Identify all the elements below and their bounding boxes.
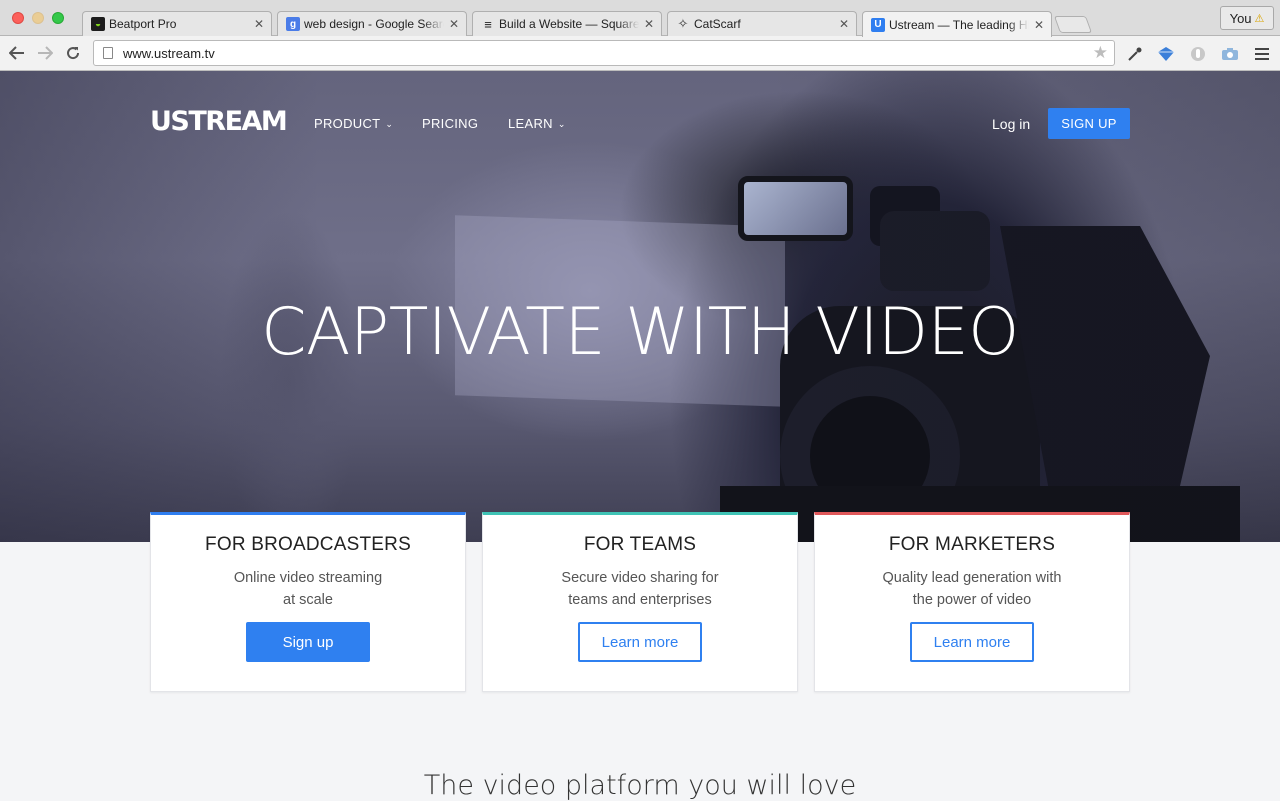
- card-description-line: teams and enterprises: [568, 592, 712, 608]
- address-bar[interactable]: www.ustream.tv ★: [93, 40, 1115, 66]
- chevron-down-icon: ⌄: [385, 119, 394, 129]
- reload-button[interactable]: [63, 43, 83, 63]
- card-description-line: Quality lead generation with: [882, 570, 1062, 586]
- page-icon: [103, 47, 113, 59]
- browser-tab[interactable]: ◒ Beatport Pro ✕: [82, 11, 272, 36]
- card-description: Online video streaming at scale: [151, 567, 465, 611]
- card-description: Secure video sharing for teams and enter…: [483, 567, 797, 611]
- login-link[interactable]: Log in: [992, 116, 1030, 132]
- tab-close-icon[interactable]: ✕: [643, 18, 655, 30]
- browser-tab[interactable]: ✧ CatScarf ✕: [667, 11, 857, 36]
- tab-title: Beatport Pro: [109, 17, 177, 31]
- card-title: FOR MARKETERS: [888, 534, 1056, 555]
- browser-tab[interactable]: ≡ Build a Website — Squarespace ✕: [472, 11, 662, 36]
- tab-close-icon[interactable]: ✕: [253, 18, 265, 30]
- ustream-logo[interactable]: USTREAM: [150, 106, 288, 137]
- tab-title: Build a Website — Squarespace: [499, 17, 639, 31]
- extension-diamond-icon[interactable]: [1157, 45, 1175, 63]
- card-marketers: FOR MARKETERS Quality lead generation wi…: [814, 512, 1130, 692]
- card-description-line: Online video streaming: [233, 570, 383, 586]
- card-broadcasters: FOR BROADCASTERS Online video streaming …: [150, 512, 466, 692]
- url-text: www.ustream.tv: [123, 45, 215, 61]
- extension-shield-icon[interactable]: [1189, 45, 1207, 63]
- card-description-line: Secure video sharing for: [561, 570, 719, 586]
- menu-icon[interactable]: [1253, 45, 1271, 63]
- browser-tab-active[interactable]: U Ustream — The leading HD ✕: [862, 11, 1052, 37]
- nav-pricing-label: PRICING: [422, 116, 479, 131]
- signup-button[interactable]: SIGN UP: [1048, 108, 1130, 139]
- back-button[interactable]: [7, 43, 27, 63]
- beatport-icon: ◒: [91, 17, 105, 31]
- tab-close-icon[interactable]: ✕: [1033, 19, 1045, 31]
- card-description: Quality lead generation with the power o…: [815, 567, 1129, 611]
- browser-tab[interactable]: g web design - Google Search ✕: [277, 11, 467, 36]
- camera-icon[interactable]: [1221, 45, 1239, 63]
- profile-label: You: [1229, 10, 1252, 26]
- ustream-icon: U: [871, 17, 885, 32]
- forward-button[interactable]: [35, 43, 55, 63]
- nav-learn[interactable]: LEARN ⌄: [508, 116, 566, 131]
- section-tagline: The video platform you will love: [423, 770, 857, 801]
- browser-toolbar: www.ustream.tv ★: [0, 36, 1280, 71]
- profile-button[interactable]: You ⚠: [1220, 6, 1274, 30]
- nav-pricing[interactable]: PRICING: [422, 116, 478, 131]
- tab-title: Ustream — The leading HD: [889, 17, 1029, 32]
- catscarf-icon: ✧: [677, 16, 689, 31]
- minimize-window-button[interactable]: [32, 12, 44, 24]
- teams-learn-more-button[interactable]: Learn more: [578, 622, 702, 662]
- broadcasters-signup-button[interactable]: Sign up: [246, 622, 370, 662]
- warning-icon: ⚠: [1254, 12, 1265, 25]
- card-title: FOR BROADCASTERS: [205, 534, 411, 555]
- maximize-window-button[interactable]: [52, 12, 64, 24]
- tab-title: web design - Google Search: [304, 17, 444, 31]
- new-tab-button[interactable]: [1053, 16, 1093, 33]
- marketers-learn-more-button[interactable]: Learn more: [910, 622, 1034, 662]
- nav-product[interactable]: PRODUCT ⌄: [314, 116, 393, 131]
- tab-strip: ◒ Beatport Pro ✕ g web design - Google S…: [0, 0, 1280, 37]
- bookmark-star-icon[interactable]: ★: [1093, 43, 1108, 63]
- eyedropper-icon[interactable]: [1126, 45, 1144, 63]
- squarespace-icon: ≡: [484, 16, 492, 32]
- hero-headline: CAPTIVATE WITH VIDEO: [261, 295, 1019, 370]
- nav-learn-label: LEARN: [508, 116, 553, 131]
- google-icon: g: [286, 17, 300, 31]
- close-window-button[interactable]: [12, 12, 24, 24]
- card-teams: FOR TEAMS Secure video sharing for teams…: [482, 512, 798, 692]
- tab-title: CatScarf: [694, 17, 741, 31]
- card-description-line: the power of video: [912, 592, 1032, 608]
- tab-close-icon[interactable]: ✕: [838, 18, 850, 30]
- tab-close-icon[interactable]: ✕: [448, 18, 460, 30]
- nav-product-label: PRODUCT: [314, 116, 381, 131]
- card-description-line: at scale: [283, 592, 333, 608]
- chevron-down-icon: ⌄: [557, 119, 566, 129]
- card-title: FOR TEAMS: [583, 534, 697, 555]
